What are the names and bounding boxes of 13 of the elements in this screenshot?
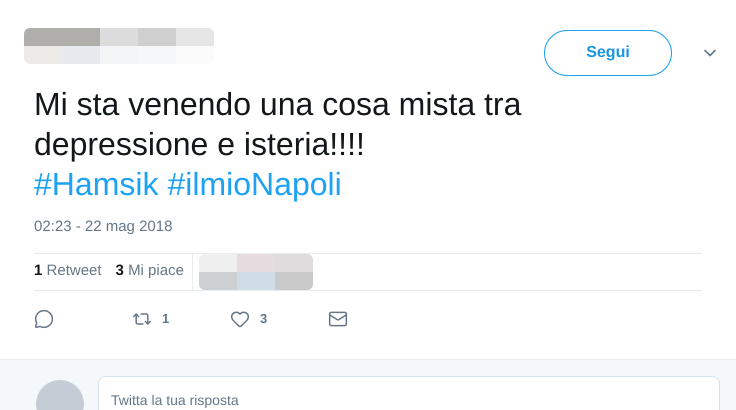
like-button[interactable]: 3 bbox=[230, 308, 328, 328]
hashtag-link[interactable]: #Hamsik bbox=[34, 166, 158, 202]
heart-icon bbox=[230, 308, 250, 328]
speech-bubble-icon bbox=[34, 308, 54, 328]
envelope-icon bbox=[328, 308, 348, 328]
hashtag-link[interactable]: #ilmioNapoli bbox=[167, 166, 342, 202]
tweet-text: Mi sta venendo una cosa mista tra depressione e isteria!!!! #Hamsik #ilmioNapoli bbox=[34, 85, 522, 204]
timestamp: 02:23 - 22 mag 2018 bbox=[34, 217, 174, 237]
stat-link[interactable]: 1 Retweet bbox=[34, 260, 102, 283]
reply-field[interactable]: Twitta la tua risposta bbox=[98, 376, 720, 410]
follow-button[interactable]: Segui bbox=[544, 30, 672, 76]
retweet-button[interactable]: 1 bbox=[132, 308, 230, 328]
stat-link[interactable]: 3 Mi piace bbox=[116, 260, 184, 283]
